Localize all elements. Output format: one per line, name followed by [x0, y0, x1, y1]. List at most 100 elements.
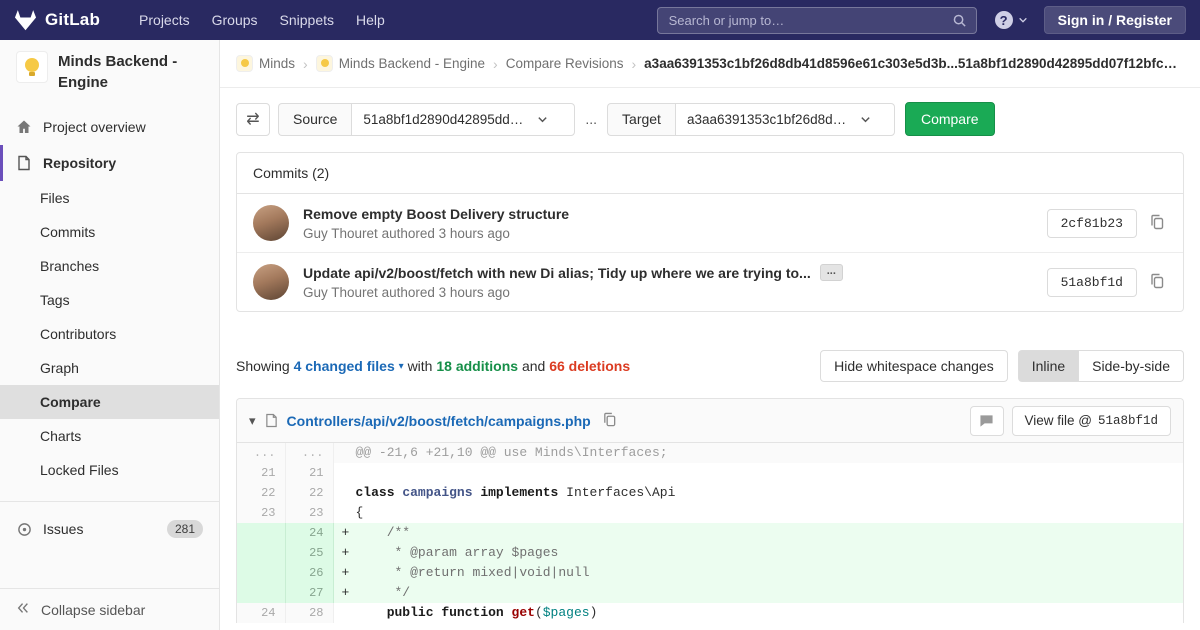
hide-whitespace-button[interactable]: Hide whitespace changes — [820, 350, 1008, 382]
diff-line-row: 22 22 class campaigns implements Interfa… — [237, 483, 1183, 503]
expand-commit-message-button[interactable]: ... — [819, 264, 843, 281]
sidebar-item-branches[interactable]: Branches — [0, 249, 219, 283]
commit-title[interactable]: Remove empty Boost Delivery structure — [303, 206, 1033, 222]
sidebar-item-locked-files[interactable]: Locked Files — [0, 453, 219, 487]
commit-sha[interactable]: 51a8bf1d — [1046, 267, 1137, 297]
old-line-number[interactable] — [237, 563, 286, 583]
changed-files-dropdown[interactable]: 4 changed files ▾ — [294, 358, 404, 374]
copy-sha-button[interactable] — [1147, 271, 1167, 294]
swap-icon: ⇄ — [246, 111, 260, 128]
diff-table: ... ... @@ -21,6 +21,10 @@ use Minds\Int… — [237, 443, 1183, 623]
project-context[interactable]: Minds Backend - Engine — [0, 40, 219, 103]
search-icon — [952, 13, 967, 28]
sidebar-nav: Project overview Repository Files Commit… — [0, 103, 219, 588]
breadcrumb-project[interactable]: Minds Backend - Engine — [315, 55, 485, 72]
code-line: public function get($pages) — [355, 605, 598, 620]
sidebar-item-project-overview[interactable]: Project overview — [0, 109, 219, 145]
diff-filename-link[interactable]: Controllers/api/v2/boost/fetch/campaigns… — [287, 413, 591, 429]
inline-view-button[interactable]: Inline — [1017, 350, 1080, 382]
breadcrumb: Minds › Minds Backend - Engine › Compare… — [220, 40, 1200, 88]
signin-button[interactable]: Sign in / Register — [1043, 6, 1186, 34]
nav-projects[interactable]: Projects — [128, 0, 201, 40]
compare-button[interactable]: Compare — [904, 102, 995, 136]
sidebar-item-tags[interactable]: Tags — [0, 283, 219, 317]
commit-row: Update api/v2/boost/fetch with new Di al… — [237, 252, 1183, 311]
new-line-number[interactable]: 28 — [285, 603, 334, 623]
old-line-number: ... — [237, 443, 286, 463]
sidebar-item-charts[interactable]: Charts — [0, 419, 219, 453]
toggle-comments-button[interactable] — [969, 405, 1004, 436]
commit-author-avatar[interactable] — [253, 205, 289, 241]
new-line-number[interactable]: 25 — [285, 543, 334, 563]
nav-groups[interactable]: Groups — [201, 0, 269, 40]
home-icon — [16, 119, 32, 135]
sidebar-item-contributors[interactable]: Contributors — [0, 317, 219, 351]
new-line-number[interactable]: 24 — [285, 523, 334, 543]
new-line-number[interactable]: 22 — [285, 483, 334, 503]
top-navbar: GitLab Projects Groups Snippets Help ? S… — [0, 0, 1200, 40]
commits-panel: Commits (2) Remove empty Boost Delivery … — [236, 152, 1184, 312]
collapse-sidebar-button[interactable]: Collapse sidebar — [0, 588, 219, 630]
nav-snippets[interactable]: Snippets — [269, 0, 345, 40]
new-line-number[interactable]: 21 — [285, 463, 334, 483]
code-line — [333, 463, 1183, 483]
source-label: Source — [278, 102, 352, 136]
comment-icon — [979, 414, 994, 428]
breadcrumb-current-shas: a3aa6391353c1bf26d8db41d8596e61c303e5d3b… — [644, 56, 1184, 71]
diff-added-line-row: 24 + /** — [237, 523, 1183, 543]
diff-line-row: 23 23 { — [237, 503, 1183, 523]
old-line-number[interactable]: 21 — [237, 463, 286, 483]
global-search[interactable] — [656, 6, 977, 34]
old-line-number[interactable] — [237, 523, 286, 543]
brand-text: GitLab — [45, 10, 101, 29]
breadcrumb-separator: › — [303, 55, 308, 72]
new-line-number[interactable]: 26 — [285, 563, 334, 583]
project-crumb-avatar — [315, 55, 333, 72]
commit-author-avatar[interactable] — [253, 264, 289, 300]
commit-sha[interactable]: 2cf81b23 — [1046, 208, 1137, 238]
sidebar-item-compare[interactable]: Compare — [0, 385, 219, 419]
nav-help[interactable]: Help — [345, 0, 396, 40]
old-line-number[interactable] — [237, 583, 286, 603]
old-line-number[interactable]: 24 — [237, 603, 286, 623]
source-group: Source 51a8bf1d2890d42895dd… — [278, 102, 576, 136]
target-ref-dropdown[interactable]: a3aa6391353c1bf26d8d… — [674, 102, 895, 136]
repository-icon — [16, 155, 32, 171]
search-input[interactable] — [666, 11, 952, 29]
ref-separator: ... — [585, 111, 598, 127]
collapse-diff-icon[interactable]: ▾ — [249, 413, 256, 429]
target-group: Target a3aa6391353c1bf26d8d… — [607, 102, 895, 136]
side-by-side-view-button[interactable]: Side-by-side — [1078, 350, 1184, 382]
diff-line-row: 24 28 public function get($pages) — [237, 603, 1183, 623]
sidebar-item-issues[interactable]: Issues 281 — [0, 510, 219, 548]
new-line-number[interactable]: 23 — [285, 503, 334, 523]
sidebar-item-graph[interactable]: Graph — [0, 351, 219, 385]
issues-icon — [16, 522, 32, 537]
help-menu[interactable]: ? — [994, 11, 1028, 29]
sidebar-item-files[interactable]: Files — [0, 181, 219, 215]
source-ref-dropdown[interactable]: 51a8bf1d2890d42895dd… — [351, 102, 576, 136]
diff-file-header: ▾ Controllers/api/v2/boost/fetch/campaig… — [237, 399, 1183, 443]
old-line-number[interactable]: 22 — [237, 483, 286, 503]
commit-author[interactable]: Guy Thouret — [303, 226, 378, 241]
breadcrumb-compare-revisions[interactable]: Compare Revisions — [506, 56, 624, 71]
old-line-number[interactable]: 23 — [237, 503, 286, 523]
swap-revisions-button[interactable]: ⇄ — [236, 102, 270, 136]
sidebar-item-commits[interactable]: Commits — [0, 215, 219, 249]
diff-added-line-row: 27 + */ — [237, 583, 1183, 603]
breadcrumb-minds[interactable]: Minds — [236, 55, 295, 72]
repository-sub-menu: Files Commits Branches Tags Contributors… — [0, 181, 219, 493]
code-line: class campaigns implements Interfaces\Ap… — [355, 485, 676, 500]
new-line-number[interactable]: 27 — [285, 583, 334, 603]
gitlab-logo[interactable]: GitLab — [14, 9, 100, 31]
copy-sha-button[interactable] — [1147, 212, 1167, 235]
old-line-number[interactable] — [237, 543, 286, 563]
copy-filename-button[interactable] — [600, 410, 619, 432]
sidebar-item-repository[interactable]: Repository — [0, 145, 219, 181]
diff-added-line-row: 26 + * @return mixed|void|null — [237, 563, 1183, 583]
commit-author[interactable]: Guy Thouret — [303, 285, 378, 300]
view-file-button[interactable]: View file @ 51a8bf1d — [1011, 405, 1171, 436]
commit-title[interactable]: Update api/v2/boost/fetch with new Di al… — [303, 264, 1033, 281]
chevron-down-icon — [537, 114, 548, 125]
bulb-icon — [25, 58, 39, 72]
